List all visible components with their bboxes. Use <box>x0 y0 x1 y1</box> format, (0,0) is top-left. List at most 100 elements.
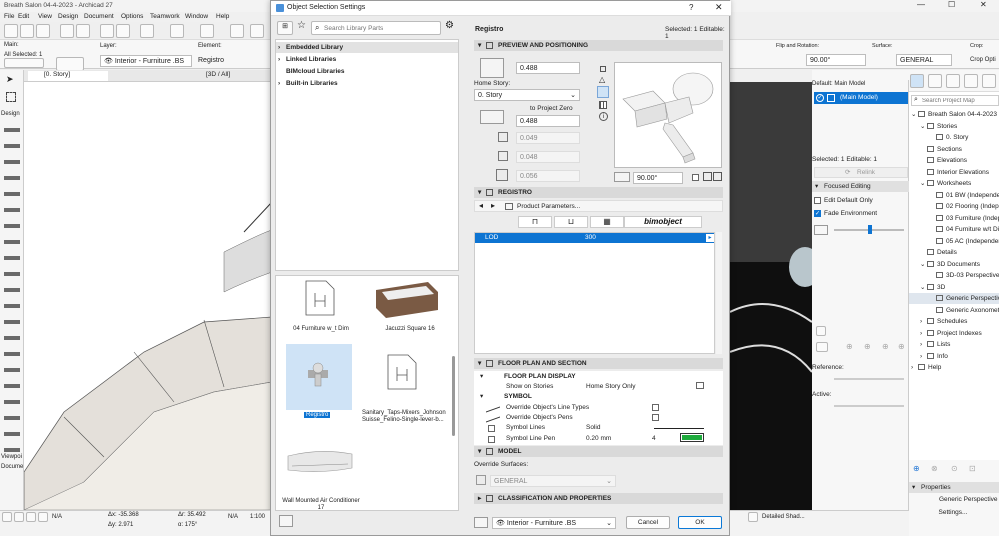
tree-item[interactable]: 03 Furniture (Independ <box>909 213 999 224</box>
viewport-3d-right[interactable] <box>730 82 812 510</box>
tree-item[interactable]: Interior Elevations <box>909 167 999 178</box>
tree-item[interactable]: ⌄ Stories <box>909 121 999 132</box>
override-line-types-checkbox[interactable] <box>652 404 659 411</box>
maximize-icon[interactable]: ☐ <box>948 0 955 9</box>
redo-icon[interactable] <box>76 24 90 38</box>
minimize-icon[interactable]: — <box>917 0 925 9</box>
new-file-icon[interactable] <box>4 24 18 38</box>
project-map-icon[interactable] <box>910 74 924 88</box>
focused-editing-header[interactable]: ▾ Focused Editing <box>812 181 909 192</box>
library-item-linked[interactable]: › Linked Libraries <box>276 54 458 65</box>
params-scrollbar[interactable] <box>716 232 722 354</box>
param-row-arrow-icon[interactable]: ▸ <box>706 234 714 242</box>
menu-design[interactable]: Design <box>58 13 78 20</box>
tree-item[interactable]: › Schedules <box>909 316 999 327</box>
fade-slider[interactable] <box>834 225 904 234</box>
tree-item[interactable]: ⌄ 3D <box>909 282 999 293</box>
preview-plan-icon[interactable]: △ <box>599 75 605 84</box>
hotlink-action-icon-2[interactable]: ⊕ <box>864 342 871 351</box>
tree-item[interactable]: 02 Flooring (Independ <box>909 201 999 212</box>
fit-window-icon[interactable] <box>26 512 36 522</box>
dialog-close-icon[interactable]: ✕ <box>715 2 723 13</box>
expand-icon[interactable]: › <box>920 351 927 362</box>
tree-item[interactable]: Elevations <box>909 155 999 166</box>
view-map-icon[interactable] <box>928 74 942 88</box>
tab-3d[interactable]: [3D / All] <box>190 71 270 81</box>
layer-settings-icon[interactable] <box>474 517 488 528</box>
menu-file[interactable]: File <box>4 13 14 20</box>
stories-option-icon[interactable] <box>696 382 704 389</box>
menu-edit[interactable]: Edit <box>18 13 29 20</box>
info-icon[interactable]: i <box>599 112 608 121</box>
tree-item[interactable]: ⌄ Worksheets <box>909 178 999 189</box>
tree-item[interactable]: 01 BW (Independent) <box>909 190 999 201</box>
tree-item[interactable]: Sections <box>909 144 999 155</box>
classification-section-header[interactable]: ▸ CLASSIFICATION AND PROPERTIES <box>474 493 723 504</box>
expand-icon[interactable]: › <box>911 362 918 373</box>
render-icon[interactable] <box>250 24 264 38</box>
surface-select[interactable]: GENERAL ⌄ <box>490 475 616 487</box>
tree-item[interactable]: ⌄ 3D Documents <box>909 259 999 270</box>
expand-icon[interactable]: › <box>920 328 927 339</box>
rotation-field[interactable]: 90.00° <box>806 54 866 66</box>
tree-item[interactable]: › Lists <box>909 339 999 350</box>
selection-filter-icon[interactable] <box>4 58 44 68</box>
active-slider[interactable] <box>834 405 904 407</box>
surface-select[interactable]: GENERAL <box>896 54 952 66</box>
dimension-a-field[interactable]: 0.049 <box>516 132 580 144</box>
tree-item[interactable]: 04 Furniture w/t Dim (I <box>909 224 999 235</box>
mirror-x-icon[interactable] <box>703 172 712 181</box>
settings-button[interactable]: Settings... <box>923 507 983 518</box>
slider-thumb[interactable] <box>868 225 872 234</box>
viewport-3d-left[interactable] <box>24 82 272 510</box>
tree-item[interactable]: Details <box>909 247 999 258</box>
dimension-b-field[interactable]: 0.048 <box>516 151 580 163</box>
preview-section-icon[interactable] <box>599 101 607 109</box>
tab-params-grid[interactable]: ▦ <box>590 216 624 228</box>
override-pens-checkbox[interactable] <box>652 414 659 421</box>
marquee-tool-icon[interactable] <box>6 92 16 102</box>
menu-options[interactable]: Options <box>121 13 143 20</box>
part-item[interactable]: Jacuzzi Square 16 <box>366 276 454 338</box>
layout-book-icon[interactable] <box>946 74 960 88</box>
menu-document[interactable]: Document <box>84 13 114 20</box>
close-icon[interactable]: ✕ <box>980 0 987 9</box>
tree-item[interactable]: Generic Perspective <box>909 293 999 304</box>
ok-button[interactable]: OK <box>678 516 722 529</box>
library-search-input[interactable] <box>324 23 436 33</box>
arrow-tool-icon[interactable] <box>100 24 114 38</box>
tree-item[interactable]: 05 AC (Independent) <box>909 236 999 247</box>
footer-layer-select[interactable]: 👁 Interior - Furniture .BS ⌄ <box>492 517 616 529</box>
mirror-checkbox[interactable] <box>692 174 699 181</box>
collapse-icon[interactable]: ⌄ <box>920 259 927 270</box>
pan-icon[interactable] <box>38 512 48 522</box>
part-item-selected[interactable] <box>286 344 352 410</box>
pen-color-swatch[interactable] <box>680 433 704 442</box>
snap-icon[interactable] <box>140 24 154 38</box>
dimension-c-field[interactable]: 0.056 <box>516 170 580 182</box>
expand-icon[interactable]: › <box>920 316 927 327</box>
settings-gear-icon[interactable]: ⚙ <box>445 20 454 31</box>
edit-default-only-checkbox[interactable] <box>814 197 821 204</box>
marquee-tool-icon[interactable] <box>116 24 130 38</box>
elevation-field[interactable]: 0.488 <box>516 115 580 127</box>
reference-slider[interactable] <box>834 378 904 380</box>
tree-item[interactable]: › Project Indexes <box>909 328 999 339</box>
preview-3d-icon[interactable] <box>597 86 609 98</box>
publisher-icon[interactable] <box>964 74 978 88</box>
layer-select[interactable]: 👁 Interior - Furniture .BS <box>100 55 192 67</box>
properties-options-icon[interactable]: ⊙ <box>951 464 958 473</box>
zoom-in-icon[interactable] <box>2 512 12 522</box>
collapse-icon[interactable]: ⌄ <box>920 178 927 189</box>
save-icon[interactable] <box>36 24 50 38</box>
symbol-pen-lock[interactable] <box>488 436 495 443</box>
fade-toggle-icon[interactable] <box>814 225 828 235</box>
open-file-icon[interactable] <box>20 24 34 38</box>
expand-icon[interactable]: › <box>920 339 927 350</box>
tree-item[interactable]: 0. Story <box>909 132 999 143</box>
tab-params-tap[interactable]: ⊔ <box>554 216 588 228</box>
library-manager-icon[interactable] <box>279 515 293 527</box>
param-row-selected[interactable]: LOD 300 ▸ <box>475 233 714 243</box>
hotlink-action-icon-3[interactable]: ⊕ <box>882 342 889 351</box>
view-mode-icon[interactable]: ⊞ <box>277 21 293 35</box>
